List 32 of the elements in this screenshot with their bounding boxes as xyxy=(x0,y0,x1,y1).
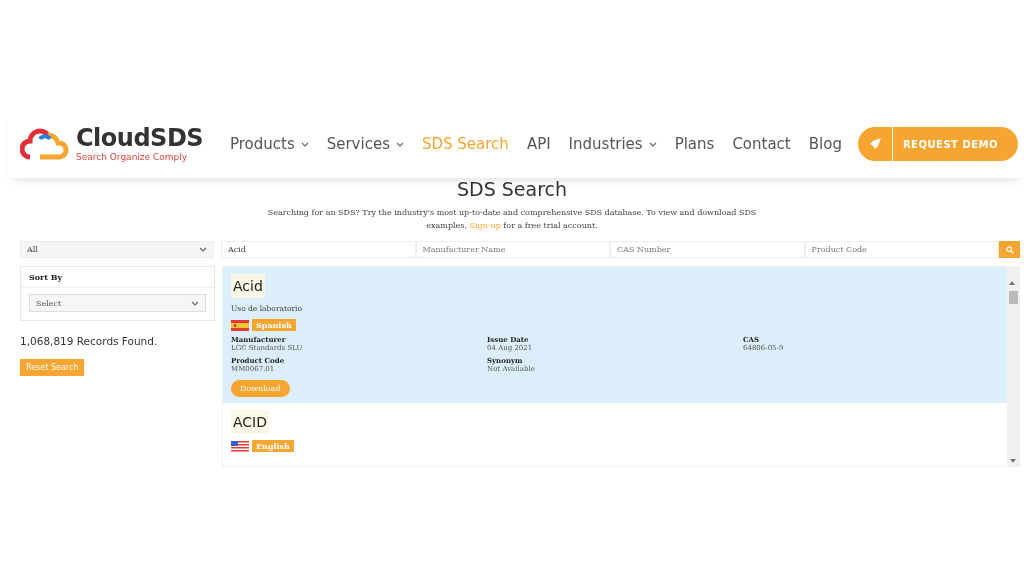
intro-text: Searching for an SDS? Try the industry's most up-to-date and comprehensive SDS database. To view and download SDS examples, Sign-up for a free trial account. xyxy=(266,207,758,232)
filter-field[interactable]: Manufacturer Name xyxy=(415,241,610,258)
nav-link[interactable]: API xyxy=(526,135,551,153)
logo-wordmark[interactable]: CloudSDS xyxy=(76,124,204,152)
nav-link[interactable]: Industries xyxy=(568,135,657,153)
language-tag: English xyxy=(252,440,294,452)
category-dropdown[interactable]: All xyxy=(20,241,214,258)
filter-field[interactable]: CAS Number xyxy=(610,241,805,258)
result-card[interactable]: ACID English xyxy=(223,403,1007,458)
search-button[interactable] xyxy=(999,241,1020,258)
sort-heading: Sort By xyxy=(21,267,214,288)
scroll-down-icon[interactable] xyxy=(1010,459,1016,463)
result-title: Acid xyxy=(231,274,265,298)
chevron-down-icon xyxy=(191,300,199,306)
sort-dropdown[interactable]: Select xyxy=(29,294,206,312)
result-title: ACID xyxy=(231,410,269,434)
search-field[interactable]: Acid xyxy=(221,241,416,258)
scroll-up-icon[interactable] xyxy=(1008,281,1015,285)
chevron-down-icon xyxy=(199,247,207,252)
scrollbar[interactable] xyxy=(1007,267,1019,466)
nav-link[interactable]: Plans xyxy=(674,135,715,153)
filter-field[interactable]: Product Code xyxy=(804,241,999,258)
nav-link[interactable]: Contact xyxy=(732,135,791,153)
scrollbar-thumb[interactable] xyxy=(1008,291,1018,304)
logo-tagline: Search Organize Comply xyxy=(76,152,189,162)
search-icon xyxy=(1005,245,1014,254)
nav-link[interactable]: Products xyxy=(229,135,309,153)
nav-link[interactable]: Services xyxy=(326,135,404,153)
page-title: SDS Search xyxy=(455,178,569,200)
records-count: 1,068,819 Records Found. xyxy=(20,335,159,347)
nav-link[interactable]: Blog xyxy=(808,135,842,153)
language-tag: Spanish xyxy=(252,319,296,331)
